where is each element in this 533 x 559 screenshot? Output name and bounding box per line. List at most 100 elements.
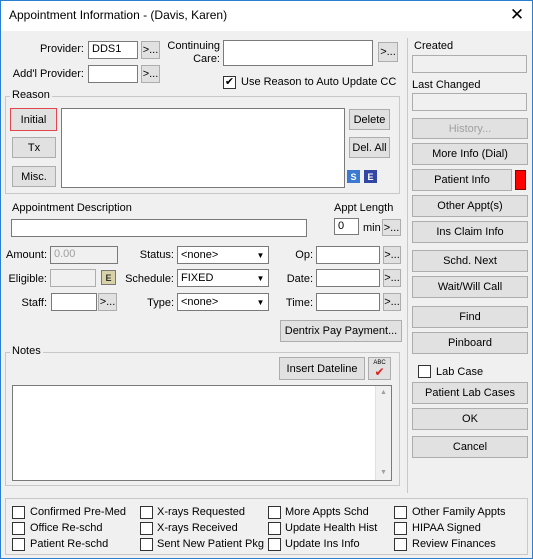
wait-will-call-button[interactable]: Wait/Will Call (412, 276, 528, 298)
chevron-down-icon[interactable]: ▼ (252, 294, 268, 310)
checkmark-icon: ✔ (374, 364, 385, 379)
scroll-up-icon[interactable]: ▲ (376, 386, 391, 400)
patient-alert-flag-icon (515, 170, 526, 190)
continuing-care-label: Continuing (167, 40, 220, 52)
time-lookup-button[interactable]: >... (383, 293, 401, 311)
more-info-dial-button[interactable]: More Info (Dial) (412, 143, 528, 165)
schedule-select[interactable]: FIXED ▼ (177, 269, 269, 287)
eligible-field (50, 269, 96, 287)
created-label: Created (414, 40, 454, 52)
flag-xrays-requested: X-rays Requested (157, 506, 246, 518)
type-value: <none> (181, 296, 219, 308)
delete-button[interactable]: Delete (349, 109, 390, 130)
patient-info-button[interactable]: Patient Info (412, 169, 512, 191)
pinboard-button[interactable]: Pinboard (412, 332, 528, 354)
flag-patient-reschd: Patient Re-schd (30, 538, 109, 550)
eligible-label: Eligible: (8, 273, 47, 285)
appt-length-unit: min (363, 222, 381, 234)
dentrix-pay-payment-button[interactable]: Dentrix Pay Payment... (280, 320, 402, 342)
e-icon[interactable]: E (364, 170, 377, 183)
close-icon[interactable]: ✕ (505, 3, 529, 27)
appt-length-lookup-button[interactable]: >... (382, 219, 401, 236)
flag-checkbox[interactable] (12, 522, 25, 535)
appt-description-field[interactable] (11, 219, 307, 237)
flag-sent-new-patient-pkg: Sent New Patient Pkg (157, 538, 265, 550)
initial-button[interactable]: Initial (10, 108, 57, 131)
schd-next-button[interactable]: Schd. Next (412, 250, 528, 272)
flag-checkbox[interactable] (394, 506, 407, 519)
continuing-care-field[interactable] (223, 40, 373, 66)
flag-update-ins-info: Update Ins Info (285, 538, 360, 550)
status-select[interactable]: <none> ▼ (177, 246, 269, 264)
cancel-button[interactable]: Cancel (412, 436, 528, 458)
time-label: Time: (285, 297, 313, 309)
eligibility-icon[interactable]: E (101, 270, 116, 285)
status-value: <none> (181, 249, 219, 261)
reason-legend: Reason (10, 89, 52, 101)
flag-checkbox[interactable] (268, 506, 281, 519)
lab-case-checkbox[interactable] (418, 365, 431, 378)
continuing-care-lookup-button[interactable]: >... (378, 42, 398, 62)
flag-checkbox[interactable] (12, 538, 25, 551)
use-reason-checkbox[interactable]: ✔ (223, 76, 236, 89)
notes-scrollbar[interactable]: ▲ ▼ (375, 386, 391, 480)
flag-checkbox[interactable] (394, 522, 407, 535)
provider-field[interactable]: DDS1 (88, 41, 138, 59)
reason-list[interactable] (61, 108, 345, 188)
flag-office-reschd: Office Re-schd (30, 522, 103, 534)
patient-lab-cases-button[interactable]: Patient Lab Cases (412, 382, 528, 404)
provider-lookup-button[interactable]: >... (141, 41, 160, 59)
flag-update-health-hist: Update Health Hist (285, 522, 378, 534)
continuing-care-label-2: Care: (193, 53, 220, 65)
status-label: Status: (139, 249, 174, 261)
flag-checkbox[interactable] (140, 522, 153, 535)
flag-checkbox[interactable] (12, 506, 25, 519)
op-field[interactable] (316, 246, 380, 264)
history-button[interactable]: History... (412, 118, 528, 139)
window-title: Appointment Information - (Davis, Karen) (9, 8, 228, 22)
created-field (412, 55, 527, 73)
insert-dateline-button[interactable]: Insert Dateline (279, 357, 365, 380)
appt-length-field[interactable]: 0 (334, 218, 359, 235)
chevron-down-icon[interactable]: ▼ (252, 270, 268, 286)
flag-checkbox[interactable] (140, 506, 153, 519)
right-divider (407, 38, 408, 493)
date-lookup-button[interactable]: >... (383, 269, 401, 287)
staff-lookup-button[interactable]: >... (98, 293, 117, 311)
flag-hipaa-signed: HIPAA Signed (412, 522, 481, 534)
type-label: Type: (147, 297, 174, 309)
type-select[interactable]: <none> ▼ (177, 293, 269, 311)
addl-provider-lookup-button[interactable]: >... (141, 65, 160, 83)
lab-case-label: Lab Case (436, 366, 484, 378)
staff-field[interactable] (51, 293, 97, 311)
notes-textarea[interactable] (12, 385, 392, 481)
find-button[interactable]: Find (412, 306, 528, 328)
ok-button[interactable]: OK (412, 408, 528, 430)
amount-label: Amount: (6, 249, 47, 261)
other-appts-button[interactable]: Other Appt(s) (412, 195, 528, 217)
notes-legend: Notes (10, 345, 43, 357)
date-label: Date: (286, 273, 313, 285)
flag-xrays-received: X-rays Received (157, 522, 238, 534)
spell-check-button[interactable]: ABC ✔ (368, 357, 391, 380)
flag-checkbox[interactable] (268, 522, 281, 535)
ins-claim-info-button[interactable]: Ins Claim Info (412, 221, 528, 243)
addl-provider-label: Add'l Provider: (12, 68, 84, 80)
chevron-down-icon[interactable]: ▼ (252, 247, 268, 263)
scroll-down-icon[interactable]: ▼ (376, 466, 391, 480)
flag-other-family-appts: Other Family Appts (412, 506, 506, 518)
flag-checkbox[interactable] (140, 538, 153, 551)
flag-checkbox[interactable] (394, 538, 407, 551)
addl-provider-field[interactable] (88, 65, 138, 83)
amount-field: 0.00 (50, 246, 118, 264)
tx-button[interactable]: Tx (12, 137, 56, 158)
flag-checkbox[interactable] (268, 538, 281, 551)
s-icon[interactable]: S (347, 170, 360, 183)
misc-button[interactable]: Misc. (12, 166, 56, 187)
appt-length-label: Appt Length (334, 202, 394, 214)
flag-more-appts-schd: More Appts Schd (285, 506, 369, 518)
time-field[interactable] (316, 293, 380, 311)
date-field[interactable] (316, 269, 380, 287)
op-lookup-button[interactable]: >... (383, 246, 401, 264)
delete-all-button[interactable]: Del. All (349, 137, 390, 158)
